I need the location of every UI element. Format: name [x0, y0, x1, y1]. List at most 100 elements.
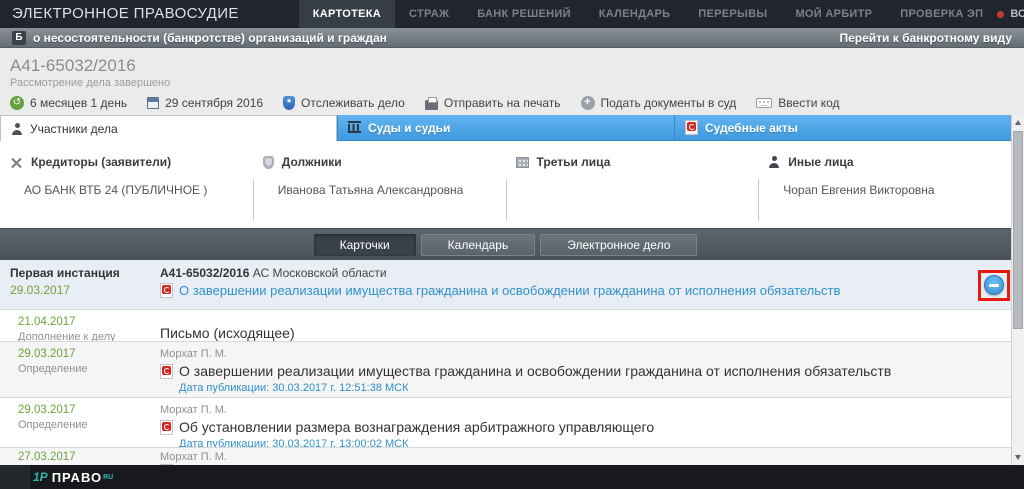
- row-date: 27.03.2017: [18, 451, 160, 463]
- switch-to-bankruptcy-view-link[interactable]: Перейти к банкротному виду: [839, 31, 1012, 45]
- person-dark-icon: [768, 156, 780, 168]
- row-date: 29.03.2017: [18, 348, 160, 360]
- login-button[interactable]: ВОЙТИ: [997, 0, 1024, 28]
- debtors-column: Должники Иванова Татьяна Александровна: [253, 141, 506, 228]
- nav-item-bank-resheniy[interactable]: БАНК РЕШЕНИЙ: [463, 0, 585, 28]
- section-tabs: Участники дела Суды и судьи Судебные акт…: [0, 115, 1011, 141]
- grid-icon: [516, 157, 529, 168]
- case-toolbar: 6 месяцев 1 день 29 сентября 2016 Отслеж…: [10, 96, 1024, 110]
- case-header: А41-65032/2016 Рассмотрение дела заверше…: [0, 48, 1024, 115]
- tab-courts-judges[interactable]: Суды и судьи: [337, 115, 674, 141]
- document-title: Об установлении размера вознаграждения а…: [179, 419, 654, 435]
- document-row: 27.03.2017 Морхат П. М.: [0, 448, 1011, 465]
- footer: 1Р ПРАВО RU: [0, 465, 1024, 489]
- submit-documents-button[interactable]: Подать документы в суд: [581, 96, 737, 110]
- document-link[interactable]: О завершении реализации имущества гражда…: [179, 283, 840, 298]
- judge-name: Морхат П. М.: [160, 348, 1011, 360]
- brand-logo: ЭЛЕКТРОННОЕ ПРАВОСУДИЕ: [0, 0, 251, 28]
- status-dot-icon: [997, 11, 1004, 18]
- track-case-button[interactable]: Отслеживать дело: [283, 96, 405, 110]
- view-tab-cards[interactable]: Карточки: [314, 234, 416, 256]
- other-persons-column: Иные лица Чорап Евгения Викторовна: [758, 141, 1011, 228]
- track-case-label: Отслеживать дело: [301, 96, 405, 110]
- print-label: Отправить на печать: [444, 96, 561, 110]
- plus-icon: [581, 96, 595, 110]
- tab-participants[interactable]: Участники дела: [0, 115, 337, 141]
- scrollbar-thumb[interactable]: [1013, 131, 1023, 329]
- submit-documents-label: Подать документы в суд: [601, 96, 737, 110]
- judge-name: Морхат П. М.: [160, 404, 1011, 416]
- row-doc-type: Определение: [18, 419, 160, 431]
- collapse-row-button[interactable]: [984, 275, 1004, 295]
- printer-icon: [425, 100, 438, 110]
- person-icon: [11, 123, 23, 135]
- pravo-logo-text[interactable]: ПРАВО: [52, 470, 102, 485]
- third-party-name: [506, 179, 759, 221]
- case-duration-button[interactable]: 6 месяцев 1 день: [10, 96, 127, 110]
- creditor-name: АО БАНК ВТБ 24 (ПУБЛИЧНОЕ ): [0, 179, 253, 221]
- view-tab-calendar[interactable]: Календарь: [421, 234, 536, 256]
- scroll-up-arrow-icon[interactable]: [1015, 120, 1021, 125]
- instance-label: Первая инстанция: [10, 266, 160, 280]
- row-court-name: АС Московской области: [253, 266, 387, 280]
- judge-name: Морхат П. М.: [160, 451, 1011, 463]
- case-date-button[interactable]: 29 сентября 2016: [147, 96, 263, 110]
- pravo-logo-icon: 1Р: [33, 470, 48, 484]
- case-type-banner: Б о несостоятельности (банкротстве) орга…: [0, 28, 1024, 48]
- tab-judicial-acts[interactable]: Судебные акты: [674, 115, 1011, 141]
- courthouse-icon: [348, 122, 361, 133]
- pdf-icon[interactable]: [160, 283, 173, 298]
- shield-grey-icon: [263, 156, 274, 169]
- case-date-label: 29 сентября 2016: [165, 96, 263, 110]
- publication-date-link[interactable]: Дата публикации: 30.03.2017 г. 13:00:02 …: [179, 438, 1011, 448]
- top-nav: ЭЛЕКТРОННОЕ ПРАВОСУДИЕ КАРТОТЕКА СТРАЖ Б…: [0, 0, 1024, 28]
- pravo-logo-suffix: RU: [103, 474, 113, 481]
- nav-item-moy-arbitr[interactable]: МОЙ АРБИТР: [781, 0, 886, 28]
- debtors-title: Должники: [282, 155, 342, 169]
- other-persons-title: Иные лица: [788, 155, 853, 169]
- participants-panel: Кредиторы (заявители) АО БАНК ВТБ 24 (ПУ…: [0, 141, 1011, 228]
- view-switcher: Карточки Календарь Электронное дело: [0, 228, 1011, 260]
- row-case-number: А41-65032/2016: [160, 266, 249, 280]
- row-date: 29.03.2017: [18, 404, 160, 416]
- main-menu: КАРТОТЕКА СТРАЖ БАНК РЕШЕНИЙ КАЛЕНДАРЬ П…: [299, 0, 998, 28]
- document-row: 29.03.2017 Определение Морхат П. М. Об у…: [0, 398, 1011, 448]
- case-number: А41-65032/2016: [10, 48, 1024, 76]
- bankruptcy-badge-icon: Б: [12, 31, 26, 45]
- document-row: 21.04.2017 Дополнение к делу Письмо (исх…: [0, 310, 1011, 342]
- creditors-column: Кредиторы (заявители) АО БАНК ВТБ 24 (ПУ…: [0, 141, 253, 228]
- banner-title: о несостоятельности (банкротстве) органи…: [33, 31, 387, 45]
- shield-icon: [283, 96, 295, 110]
- view-tab-electronic-case[interactable]: Электронное дело: [540, 234, 697, 256]
- vertical-scrollbar[interactable]: [1011, 115, 1024, 465]
- creditors-title: Кредиторы (заявители): [31, 155, 171, 169]
- tab-courts-judges-label: Суды и судьи: [368, 121, 450, 135]
- page: ЭЛЕКТРОННОЕ ПРАВОСУДИЕ КАРТОТЕКА СТРАЖ Б…: [0, 0, 1024, 489]
- pdf-icon: [685, 120, 698, 135]
- enter-code-button[interactable]: Ввести код: [756, 96, 839, 110]
- keyboard-icon: [756, 98, 772, 108]
- third-parties-column: Третьи лица: [506, 141, 759, 228]
- documents-list: Первая инстанция 29.03.2017 А41-65032/20…: [0, 260, 1011, 465]
- nav-item-proverka-ep[interactable]: ПРОВЕРКА ЭП: [886, 0, 997, 28]
- history-icon: [10, 96, 24, 110]
- case-status: Рассмотрение дела завершено: [10, 77, 1024, 89]
- publication-date-link[interactable]: Дата публикации: 30.03.2017 г. 12:51:38 …: [179, 382, 1011, 394]
- row-date: 21.04.2017: [18, 316, 160, 328]
- case-duration-label: 6 месяцев 1 день: [30, 96, 127, 110]
- nav-item-kartoteka[interactable]: КАРТОТЕКА: [299, 0, 395, 28]
- login-label: ВОЙТИ: [1010, 8, 1024, 20]
- nav-item-strazh[interactable]: СТРАЖ: [395, 0, 463, 28]
- pdf-icon[interactable]: [160, 364, 173, 379]
- scroll-down-arrow-icon[interactable]: [1015, 455, 1021, 460]
- nav-item-pereryvy[interactable]: ПЕРЕРЫВЫ: [684, 0, 781, 28]
- third-parties-title: Третьи лица: [537, 155, 611, 169]
- print-button[interactable]: Отправить на печать: [425, 96, 561, 110]
- nav-item-kalendar[interactable]: КАЛЕНДАРЬ: [585, 0, 685, 28]
- document-title: О завершении реализации имущества гражда…: [179, 363, 891, 379]
- document-title: Письмо (исходящее): [160, 325, 1011, 341]
- pdf-icon[interactable]: [160, 420, 173, 435]
- tab-participants-label: Участники дела: [30, 122, 118, 136]
- document-row: 29.03.2017 Определение Морхат П. М. О за…: [0, 342, 1011, 398]
- instance-row: Первая инстанция 29.03.2017 А41-65032/20…: [0, 260, 1011, 310]
